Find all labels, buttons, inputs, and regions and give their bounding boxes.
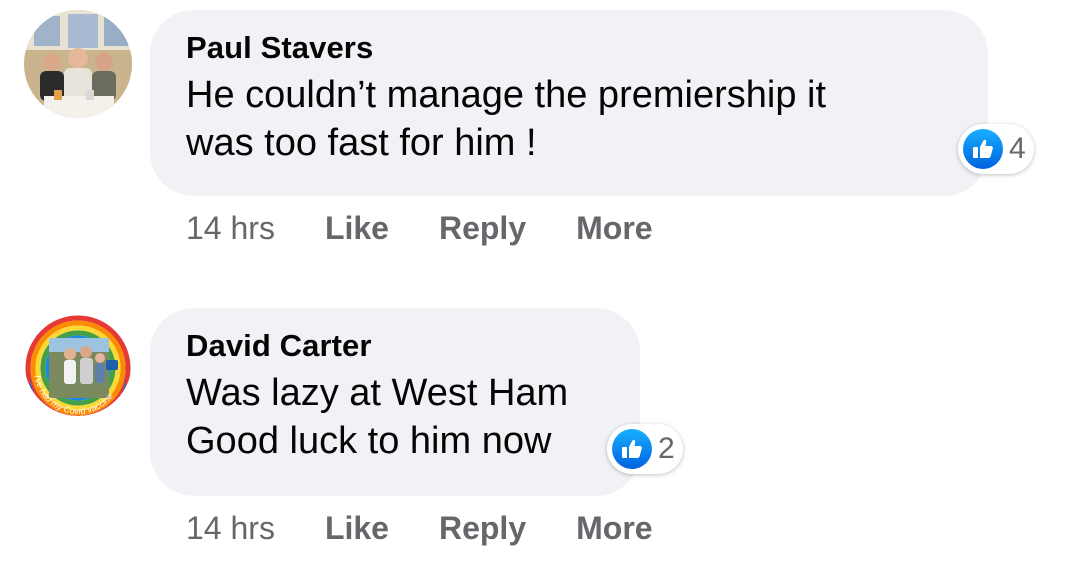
avatar[interactable] — [24, 10, 132, 118]
comment-timestamp[interactable]: 14 hrs — [186, 510, 275, 547]
comment-text: He couldn’t manage the premiership it wa… — [186, 74, 827, 164]
reaction-badge[interactable]: 2 — [607, 424, 683, 474]
comment-author[interactable]: Paul Stavers — [186, 28, 952, 68]
comment-text: Was lazy at West Ham Good luck to him no… — [186, 372, 569, 462]
reply-button[interactable]: Reply — [439, 210, 526, 247]
thumbs-up-icon — [612, 429, 652, 469]
comment-timestamp[interactable]: 14 hrs — [186, 210, 275, 247]
comment-actions: 14 hrs Like Reply More — [186, 510, 703, 547]
avatar[interactable]: I've had my Covid vaccine — [24, 308, 132, 416]
comment-author[interactable]: David Carter — [186, 326, 604, 366]
reaction-badge[interactable]: 4 — [958, 124, 1034, 174]
more-button[interactable]: More — [576, 510, 652, 547]
comment-bubble: David Carter Was lazy at West Ham Good l… — [150, 308, 640, 496]
comment-actions: 14 hrs Like Reply More — [186, 210, 703, 247]
thumbs-up-icon — [963, 129, 1003, 169]
more-button[interactable]: More — [576, 210, 652, 247]
avatar-photo-vaccine-frame: I've had my Covid vaccine — [24, 308, 132, 416]
like-button[interactable]: Like — [325, 510, 389, 547]
comment-bubble: Paul Stavers He couldn’t manage the prem… — [150, 10, 988, 196]
avatar-photo — [24, 10, 132, 118]
reaction-count: 4 — [1009, 132, 1026, 165]
like-button[interactable]: Like — [325, 210, 389, 247]
reaction-count: 2 — [658, 432, 675, 465]
reply-button[interactable]: Reply — [439, 510, 526, 547]
